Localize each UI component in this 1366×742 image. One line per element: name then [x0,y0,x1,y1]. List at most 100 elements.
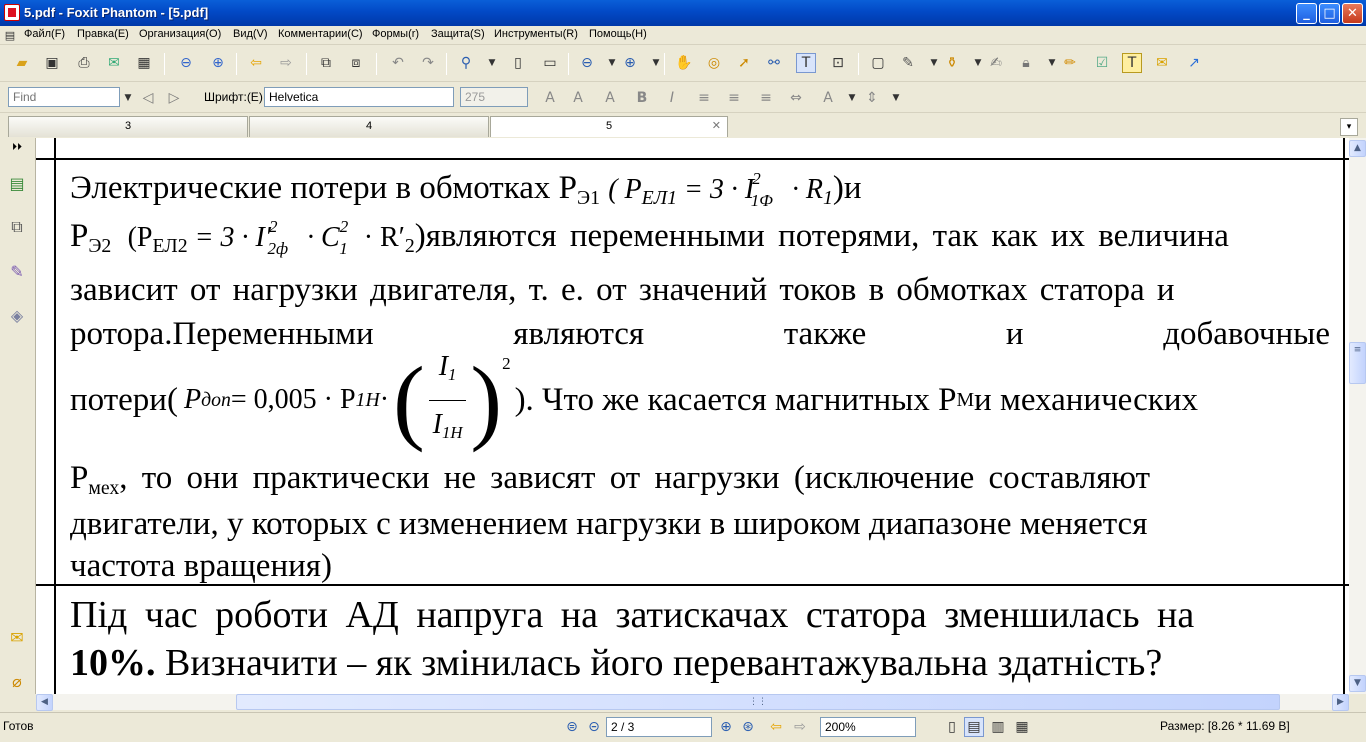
snapshot-icon[interactable]: ⊡ [828,53,848,73]
undo-icon[interactable]: ↶ [388,53,408,73]
lock-icon[interactable]: 🔒︎ [1016,53,1036,73]
line-spacing-icon[interactable]: ⇕ [862,88,882,108]
chevron-down-icon[interactable]: ▼ [646,53,666,73]
font-shrink-icon[interactable]: A [600,88,620,108]
align-center-icon[interactable]: ≡ [724,88,744,108]
pages-icon[interactable]: ⧉ [6,216,28,238]
window-icon[interactable]: ▢ [868,53,888,73]
fit-page-icon[interactable]: ▯ [508,53,528,73]
layers-icon[interactable]: ◈ [6,304,28,326]
note-icon[interactable]: ✉ [1152,53,1172,73]
previous-page-icon[interactable]: ⊖ [176,53,196,73]
scroll-up-button[interactable]: ▲ [1349,140,1366,157]
menu-view[interactable]: Вид(V) [233,28,268,40]
chevron-down-icon[interactable]: ▼ [842,88,862,108]
chevron-down-icon[interactable]: ▼ [118,88,138,108]
select-arrow-icon[interactable]: ➚ [734,53,754,73]
zoom-out-icon[interactable]: ⊖ [577,53,597,73]
font-size-select[interactable]: 275 [460,87,528,107]
scroll-left-button[interactable]: ◀ [36,694,53,711]
minimize-button[interactable]: _ [1296,3,1317,24]
bookmarks-icon[interactable]: ▤ [6,172,28,194]
align-right-icon[interactable]: ≡ [756,88,776,108]
arrow-tool-icon[interactable]: ↗ [1184,53,1204,73]
fit-width-icon[interactable]: ▭ [540,53,560,73]
typewriter-icon[interactable]: ☑ [1092,53,1112,73]
next-page-status-icon[interactable]: ⊕ [716,717,736,737]
previous-view-icon[interactable]: ⇦ [766,717,786,737]
horizontal-scrollbar[interactable]: ◀ ⋮⋮ ▶ [36,694,1349,711]
loupe-icon[interactable]: ◎ [704,53,724,73]
edit-pen-icon[interactable]: ✎ [898,53,918,73]
chevron-down-icon[interactable]: ▼ [602,53,622,73]
scroll-down-button[interactable]: ▼ [1349,675,1366,692]
signatures-icon[interactable]: ✎ [6,260,28,282]
chevron-down-icon[interactable]: ▼ [1042,53,1062,73]
font-color-icon[interactable]: A [540,88,560,108]
bold-icon[interactable]: B [632,88,652,108]
close-button[interactable]: ✕ [1342,3,1363,24]
chevron-down-icon[interactable]: ▼ [886,88,906,108]
find-input[interactable] [8,87,120,107]
tab-list-dropdown[interactable]: ▾ [1340,118,1358,136]
open-folder-icon[interactable]: ▰ [12,53,32,73]
print-icon[interactable]: ⎙ [74,53,94,73]
insert-pages-icon[interactable]: ⧈ [346,53,366,73]
redo-icon[interactable]: ↷ [418,53,438,73]
zoom-select[interactable]: 200% [820,717,916,737]
tab-5[interactable]: 5 ✕ [490,116,728,137]
menu-protect[interactable]: Защита(S) [431,28,485,40]
zoom-in-icon[interactable]: ⊕ [620,53,640,73]
scroll-right-button[interactable]: ▶ [1332,694,1349,711]
prev-page-icon[interactable]: ⊝ [584,717,604,737]
find-next-icon[interactable]: ▷ [164,88,184,108]
menu-edit[interactable]: Правка(E) [77,28,129,40]
hand-tool-icon[interactable]: ✋ [674,53,694,73]
stamp-icon[interactable]: ⚱ [942,53,962,73]
chevron-down-icon[interactable]: ▼ [968,53,988,73]
next-page-icon[interactable]: ⊕ [208,53,228,73]
foxit-app-icon[interactable] [4,4,20,21]
baseline-icon[interactable]: A [818,88,838,108]
expand-pane-icon[interactable]: ⏵⏵ [6,140,28,154]
first-page-icon[interactable]: ⊜ [562,717,582,737]
font-name-select[interactable]: Helvetica [264,87,454,107]
search-icon[interactable]: ⚯ [764,53,784,73]
horizontal-scroll-thumb[interactable]: ⋮⋮ [236,694,1280,710]
tab-3[interactable]: 3 [8,116,248,137]
continuous-page-icon[interactable]: ▤ [964,717,984,737]
align-left-icon[interactable]: ≡ [694,88,714,108]
maximize-button[interactable]: □ [1319,3,1340,24]
text-box-icon[interactable]: T [1122,53,1142,73]
attachments-icon[interactable]: ⌀ [6,670,28,692]
last-page-icon[interactable]: ⊛ [738,717,758,737]
extract-pages-icon[interactable]: ⧉ [316,53,336,73]
email-icon[interactable]: ✉ [104,53,124,73]
text-select-icon[interactable]: T [796,53,816,73]
continuous-facing-icon[interactable]: ▦ [1012,717,1032,737]
back-arrow-icon[interactable]: ⇦ [246,53,266,73]
next-view-icon[interactable]: ⇨ [790,717,810,737]
facing-page-icon[interactable]: ▥ [988,717,1008,737]
chevron-down-icon[interactable]: ▼ [482,53,502,73]
menu-forms[interactable]: Формы(r) [372,28,419,40]
close-tab-icon[interactable]: ✕ [712,117,721,136]
save-icon[interactable]: ▣ [42,53,62,73]
forward-arrow-icon[interactable]: ⇨ [276,53,296,73]
menu-organize[interactable]: Организация(O) [139,28,221,40]
find-previous-icon[interactable]: ◁ [138,88,158,108]
menu-help[interactable]: Помощь(H) [589,28,647,40]
menu-tools[interactable]: Инструменты(R) [494,28,578,40]
comments-icon[interactable]: ✉ [6,626,28,648]
scan-icon[interactable]: ▦ [134,53,154,73]
menu-file[interactable]: Файл(F) [24,28,65,40]
zoom-icon[interactable]: ⚲ [456,53,476,73]
vertical-scroll-thumb[interactable]: ≡ [1349,342,1366,384]
tab-4[interactable]: 4 [249,116,489,137]
document-icon[interactable]: ▤ [2,26,18,44]
character-spacing-icon[interactable]: ⇔ [786,88,806,108]
menu-comments[interactable]: Комментарии(C) [278,28,363,40]
single-page-icon[interactable]: ▯ [942,717,962,737]
italic-icon[interactable]: I [662,88,682,108]
chevron-down-icon[interactable]: ▼ [924,53,944,73]
